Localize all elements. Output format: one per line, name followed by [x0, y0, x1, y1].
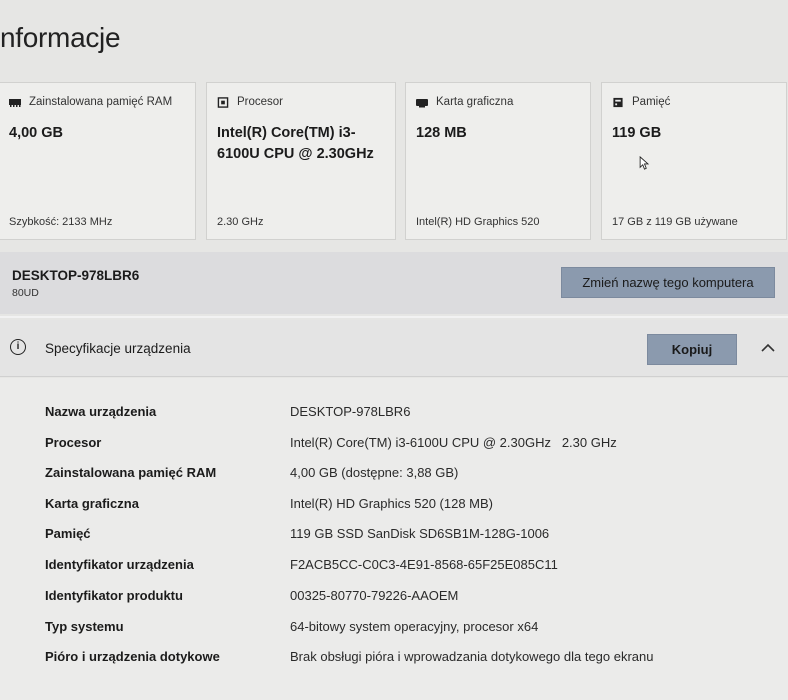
graphics-card-icon [416, 98, 428, 107]
card-label: Karta graficzna [436, 96, 514, 108]
card-footer: 2.30 GHz [217, 216, 264, 228]
spec-label: Identyfikator produktu [45, 588, 183, 603]
device-specs-list: Nazwa urządzenia DESKTOP-978LBR6 Proceso… [0, 378, 788, 700]
spec-label: Pióro i urządzenia dotykowe [45, 649, 220, 664]
spec-row: Typ systemu 64-bitowy system operacyjny,… [0, 613, 788, 643]
spec-value: 64-bitowy system operacyjny, procesor x6… [290, 619, 539, 634]
section-divider [0, 316, 788, 318]
card-value: 128 MB [416, 125, 467, 141]
card-footer: 17 GB z 119 GB używane [612, 216, 738, 228]
spec-value: 00325-80770-79226-AAOEM [290, 588, 459, 603]
card-value: Intel(R) Core(TM) i3-6100U CPU @ 2.30GHz [217, 125, 374, 162]
spec-label: Pamięć [45, 526, 91, 541]
mouse-cursor-icon [639, 156, 650, 170]
card-graphics: Karta graficzna 128 MB Intel(R) HD Graph… [405, 82, 591, 240]
processor-icon [217, 96, 229, 108]
spec-value: Brak obsługi pióra i wprowadzania dotyko… [290, 649, 654, 664]
spec-label: Identyfikator urządzenia [45, 557, 194, 572]
rename-computer-button[interactable]: Zmień nazwę tego komputera [561, 267, 775, 298]
spec-row: Procesor Intel(R) Core(TM) i3-6100U CPU … [0, 429, 788, 459]
spec-row: Pióro i urządzenia dotykowe Brak obsługi… [0, 643, 788, 673]
spec-label: Procesor [45, 435, 102, 450]
page-title: nformacje [0, 22, 121, 53]
spec-row: Identyfikator produktu 00325-80770-79226… [0, 582, 788, 612]
card-value: 4,00 GB [9, 125, 63, 141]
spec-value: 4,00 GB (dostępne: 3,88 GB) [290, 465, 459, 480]
spec-label: Nazwa urządzenia [45, 404, 157, 419]
card-footer: Szybkość: 2133 MHz [9, 216, 113, 228]
card-value: 119 GB [612, 125, 662, 141]
card-label: Procesor [237, 96, 284, 108]
spec-value: F2ACB5CC-C0C3-4E91-8568-65F25E085C11 [290, 557, 558, 572]
computer-name: DESKTOP-978LBR6 [12, 268, 140, 283]
card-storage: Pamięć 119 GB 17 GB z 119 GB używane [601, 82, 787, 240]
summary-cards: Zainstalowana pamięć RAM 4,00 GB Szybkoś… [0, 82, 788, 242]
spec-value: Intel(R) Core(TM) i3-6100U CPU @ 2.30GHz… [290, 435, 617, 450]
spec-label: Typ systemu [45, 619, 124, 634]
spec-row: Pamięć 119 GB SSD SanDisk SD6SB1M-128G-1… [0, 520, 788, 550]
info-icon: i [10, 339, 26, 355]
spec-row: Zainstalowana pamięć RAM 4,00 GB (dostęp… [0, 459, 788, 489]
card-label: Zainstalowana pamięć RAM [29, 96, 173, 108]
card-ram: Zainstalowana pamięć RAM 4,00 GB Szybkoś… [0, 82, 196, 240]
spec-value: DESKTOP-978LBR6 [290, 404, 411, 419]
card-label: Pamięć [632, 96, 671, 108]
spec-value: Intel(R) HD Graphics 520 (128 MB) [290, 496, 494, 511]
device-specs-title: Specyfikacje urządzenia [45, 341, 191, 356]
memory-icon [9, 98, 21, 107]
storage-icon [613, 97, 623, 107]
spec-row: Nazwa urządzenia DESKTOP-978LBR6 [0, 398, 788, 428]
copy-button[interactable]: Kopiuj [647, 334, 737, 365]
spec-value: 119 GB SSD SanDisk SD6SB1M-128G-1006 [290, 526, 550, 541]
spec-label: Zainstalowana pamięć RAM [45, 465, 217, 480]
chevron-up-icon[interactable] [758, 338, 778, 358]
card-footer: Intel(R) HD Graphics 520 [416, 216, 540, 228]
spec-row: Identyfikator urządzenia F2ACB5CC-C0C3-4… [0, 551, 788, 581]
spec-row: Karta graficzna Intel(R) HD Graphics 520… [0, 490, 788, 520]
computer-model: 80UD [12, 287, 39, 299]
card-processor: Procesor Intel(R) Core(TM) i3-6100U CPU … [206, 82, 396, 240]
spec-label: Karta graficzna [45, 496, 139, 511]
